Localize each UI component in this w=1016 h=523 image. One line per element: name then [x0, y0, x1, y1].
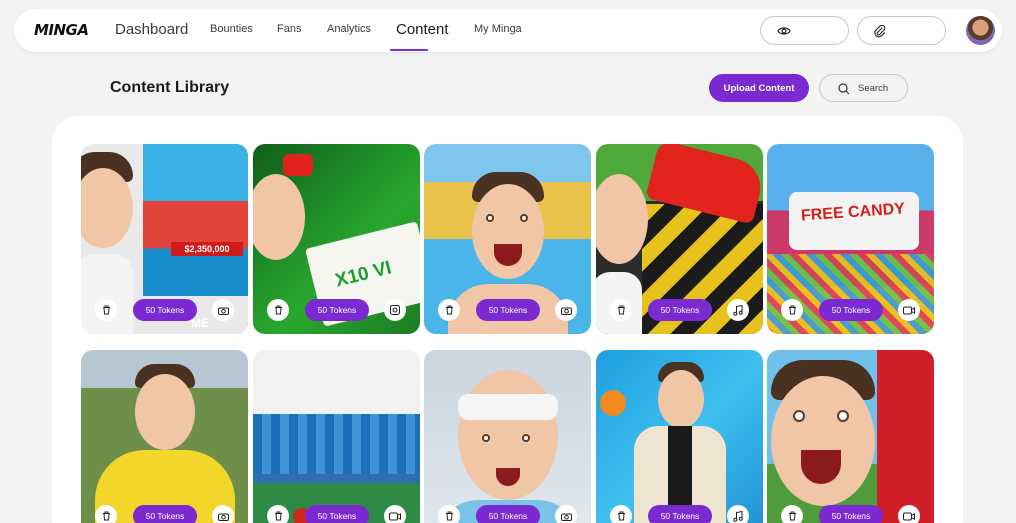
top-nav-bar: MINGA Dashboard Bounties Fans Analytics … — [14, 9, 1002, 52]
attach-button[interactable] — [857, 16, 946, 45]
nav-my-minga[interactable]: My Minga — [474, 23, 522, 35]
camera-icon — [560, 307, 572, 315]
delete-button[interactable] — [95, 299, 117, 321]
delete-button[interactable] — [438, 505, 460, 523]
nav-fans[interactable]: Fans — [277, 23, 301, 35]
trash-icon — [617, 305, 625, 315]
trash-icon — [274, 511, 282, 521]
nav-analytics[interactable]: Analytics — [327, 23, 371, 35]
delete-button[interactable] — [781, 299, 803, 321]
preview-button[interactable] — [760, 16, 849, 45]
page-title: Content Library — [110, 79, 230, 96]
content-card[interactable]: $2,350,000 ME 50 Tokens — [81, 144, 248, 334]
token-price-badge[interactable]: 50 Tokens — [305, 299, 369, 321]
delete-button[interactable] — [781, 505, 803, 523]
nav-active-indicator — [390, 49, 428, 51]
image-icon — [390, 305, 400, 315]
content-type-badge — [555, 299, 577, 321]
content-type-badge — [212, 505, 234, 523]
token-price-badge[interactable]: 50 Tokens — [476, 299, 540, 321]
trash-icon — [617, 511, 625, 521]
nav-dashboard[interactable]: Dashboard — [115, 21, 188, 38]
content-thumbnail — [81, 350, 248, 523]
trash-icon — [445, 305, 453, 315]
content-card[interactable]: FREE CANDY 50 Tokens — [767, 144, 934, 334]
content-type-badge — [555, 505, 577, 523]
music-icon — [733, 510, 743, 522]
delete-button[interactable] — [438, 299, 460, 321]
content-card[interactable]: 50 Tokens — [424, 144, 591, 334]
trash-icon — [445, 511, 453, 521]
trash-icon — [102, 511, 110, 521]
upload-content-button[interactable]: Upload Content — [709, 74, 809, 102]
video-icon — [389, 512, 401, 520]
nav-bounties[interactable]: Bounties — [210, 23, 253, 35]
content-type-badge — [898, 299, 920, 321]
content-thumbnail — [424, 350, 591, 523]
search-button[interactable]: Search — [819, 74, 908, 102]
content-type-badge — [727, 505, 749, 523]
music-icon — [733, 304, 743, 316]
paperclip-icon — [874, 25, 886, 38]
delete-button[interactable] — [267, 505, 289, 523]
token-price-badge[interactable]: 50 Tokens — [648, 299, 712, 321]
delete-button[interactable] — [610, 299, 632, 321]
content-card[interactable]: X10 VI 50 Tokens — [253, 144, 420, 334]
token-price-badge[interactable]: 50 Tokens — [476, 505, 540, 523]
content-type-badge — [212, 299, 234, 321]
video-icon — [903, 306, 915, 314]
camera-icon — [217, 513, 229, 521]
eye-icon — [777, 27, 791, 35]
delete-button[interactable] — [610, 505, 632, 523]
user-avatar[interactable] — [966, 16, 995, 45]
search-label: Search — [858, 83, 889, 94]
camera-icon — [560, 513, 572, 521]
token-price-badge[interactable]: 50 Tokens — [133, 505, 197, 523]
token-price-badge[interactable]: 50 Tokens — [648, 505, 712, 523]
content-type-badge — [384, 505, 406, 523]
trash-icon — [788, 511, 796, 521]
content-card[interactable]: 50 Tokens — [767, 350, 934, 523]
content-card[interactable]: 50 Tokens — [424, 350, 591, 523]
token-price-badge[interactable]: 50 Tokens — [305, 505, 369, 523]
delete-button[interactable] — [267, 299, 289, 321]
delete-button[interactable] — [95, 505, 117, 523]
token-price-badge[interactable]: 50 Tokens — [133, 299, 197, 321]
trash-icon — [274, 305, 282, 315]
trash-icon — [788, 305, 796, 315]
content-thumbnail — [767, 350, 934, 523]
search-icon — [838, 83, 850, 95]
camera-icon — [217, 307, 229, 315]
nav-content[interactable]: Content — [396, 21, 449, 38]
content-thumbnail — [596, 350, 763, 523]
content-card[interactable]: 50 Tokens — [596, 350, 763, 523]
minga-logo[interactable]: MINGA — [34, 21, 89, 39]
price-sticker: $2,350,000 — [171, 242, 243, 256]
token-price-badge[interactable]: 50 Tokens — [819, 505, 883, 523]
content-card[interactable]: 50 Tokens — [81, 350, 248, 523]
content-card[interactable]: 50 Tokens — [253, 350, 420, 523]
content-type-badge — [384, 299, 406, 321]
trash-icon — [102, 305, 110, 315]
content-card[interactable]: 50 Tokens — [596, 144, 763, 334]
video-icon — [903, 512, 915, 520]
content-thumbnail — [253, 350, 420, 523]
content-type-badge — [898, 505, 920, 523]
content-type-badge — [727, 299, 749, 321]
token-price-badge[interactable]: 50 Tokens — [819, 299, 883, 321]
